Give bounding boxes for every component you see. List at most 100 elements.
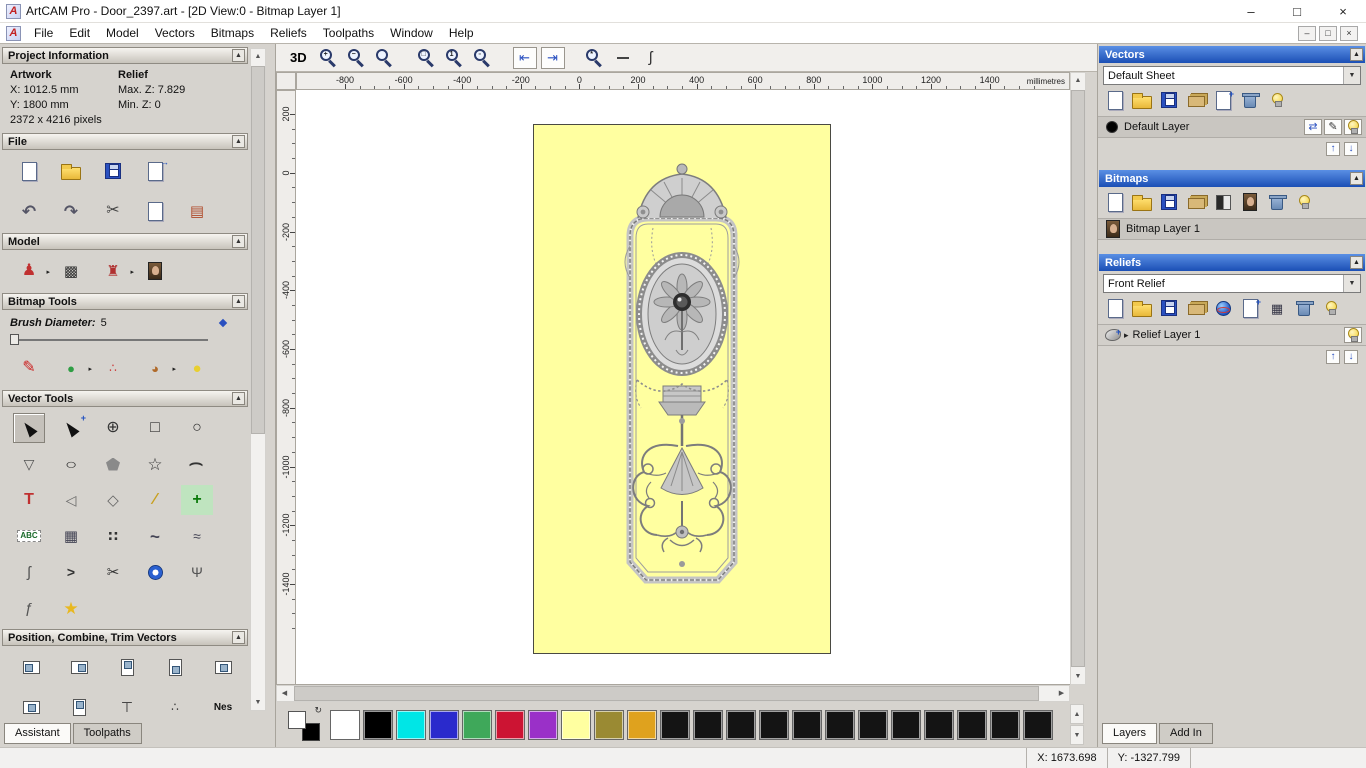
palette-swatch-16[interactable] xyxy=(858,709,888,740)
palette-swatch-17[interactable] xyxy=(891,709,921,740)
close-button[interactable]: × xyxy=(1320,0,1366,22)
trim-vectors-icon[interactable]: ✂ xyxy=(97,557,129,587)
centre-in-page-icon[interactable] xyxy=(16,693,46,720)
measure-icon[interactable]: ∕ xyxy=(139,485,171,515)
paint-selective-icon[interactable]: ∴ xyxy=(98,354,128,382)
save-bitmap-layer-icon[interactable] xyxy=(1157,191,1181,213)
open-relief-layer-icon[interactable] xyxy=(1130,297,1154,319)
new-bitmap-layer-icon[interactable] xyxy=(1103,191,1127,213)
palette-swatch-18[interactable] xyxy=(924,709,954,740)
palette-swatch-20[interactable] xyxy=(990,709,1020,740)
flood-fill-icon[interactable]: ● xyxy=(182,354,212,382)
view-3d-button[interactable]: 3D xyxy=(284,48,313,67)
expander-icon[interactable]: ▸ xyxy=(1124,330,1129,341)
new-model-icon[interactable] xyxy=(14,157,44,185)
redo-icon[interactable]: ↷ xyxy=(56,197,86,225)
fillet-arc-icon[interactable]: ʃ xyxy=(13,557,45,587)
relief-layer-visibility-icon[interactable] xyxy=(1344,327,1362,343)
node-editing-icon[interactable]: + xyxy=(55,413,87,443)
palette-swatch-19[interactable] xyxy=(957,709,987,740)
create-text-block-icon[interactable]: ABC xyxy=(13,521,45,551)
weld-vectors-icon[interactable] xyxy=(139,557,171,587)
create-text-icon[interactable]: T xyxy=(13,485,45,515)
palette-swatch-0[interactable] xyxy=(330,709,360,740)
chevron-down-icon[interactable]: ▼ xyxy=(1343,67,1360,84)
model-sheet[interactable] xyxy=(533,124,831,654)
align-left-icon[interactable] xyxy=(16,653,46,681)
create-polyline-icon[interactable]: ▽ xyxy=(13,449,45,479)
palette-swatch-8[interactable] xyxy=(594,709,624,740)
text-on-curve-icon[interactable]: ◁ xyxy=(55,485,87,515)
palette-swatch-7[interactable] xyxy=(561,709,591,740)
save-relief-layer-icon[interactable] xyxy=(1157,297,1181,319)
collapse-bitmap-tools-button[interactable]: ▲ xyxy=(232,295,245,308)
tab-add-in[interactable]: Add In xyxy=(1159,723,1213,744)
nesting-icon[interactable]: Nes xyxy=(208,693,238,720)
array-copy-icon[interactable]: ∷ xyxy=(97,521,129,551)
show-all-layers-icon[interactable] xyxy=(1265,89,1289,111)
menu-edit[interactable]: Edit xyxy=(61,24,98,42)
set-model-size-icon[interactable]: ♟ ▸ xyxy=(14,257,50,285)
palette-swatch-11[interactable] xyxy=(693,709,723,740)
snap-left-icon[interactable]: ⇤ xyxy=(512,46,537,69)
new-vector-layer-icon[interactable] xyxy=(1103,89,1127,111)
vector-doctor-icon[interactable]: ▦ xyxy=(55,521,87,551)
palette-swatch-3[interactable] xyxy=(429,709,459,740)
brush-diameter-slider[interactable] xyxy=(10,333,208,347)
section-profile-icon[interactable]: ƒ xyxy=(13,593,45,623)
relief-stamp-icon[interactable]: ♜ ▸ xyxy=(98,257,134,285)
maximize-button[interactable]: □ xyxy=(1274,0,1320,22)
zoom-100-icon[interactable]: 1 xyxy=(443,47,467,69)
menu-model[interactable]: Model xyxy=(98,24,147,42)
assistant-scrollbar[interactable]: ▲ ▼ xyxy=(250,48,266,711)
palette-swatch-6[interactable] xyxy=(528,709,558,740)
open-vector-layer-icon[interactable] xyxy=(1130,89,1154,111)
undo-icon[interactable]: ↶ xyxy=(14,197,44,225)
colour-picker-icon[interactable]: ● ▸ xyxy=(56,354,92,382)
bitmap-layer-thumb-icon[interactable] xyxy=(1104,220,1122,238)
menu-vectors[interactable]: Vectors xyxy=(147,24,203,42)
chevron-down-icon[interactable]: ▼ xyxy=(1343,275,1360,292)
distribute-icon[interactable]: ∴ xyxy=(160,693,190,720)
split-vector-icon[interactable]: Ψ xyxy=(181,557,213,587)
create-rectangle-icon[interactable]: □ xyxy=(139,413,171,443)
align-bottom-icon[interactable] xyxy=(160,653,190,681)
import-bitmap-icon[interactable] xyxy=(1184,191,1208,213)
scroll-down-button[interactable]: ▼ xyxy=(251,695,265,710)
collapse-vectors-button[interactable]: ▲ xyxy=(1350,48,1363,61)
new-relief-layer-icon[interactable] xyxy=(1103,297,1127,319)
vertical-scrollbar[interactable]: ▲ ▼ xyxy=(1070,72,1086,685)
scrollbar-thumb[interactable] xyxy=(294,686,1039,701)
relief-grid-icon[interactable]: ▦ xyxy=(1265,297,1289,319)
collapse-file-button[interactable]: ▲ xyxy=(232,135,245,148)
move-layer-down-button[interactable]: ↓ xyxy=(1344,350,1358,364)
export-model-icon[interactable]: → xyxy=(140,157,170,185)
swap-colours-icon[interactable]: ↻ xyxy=(314,705,322,716)
create-arc-icon[interactable]: ( xyxy=(181,449,213,479)
horizontal-scrollbar[interactable]: ◀ ▶ xyxy=(276,685,1070,702)
collapse-position-button[interactable]: ▲ xyxy=(232,631,245,644)
palette-swatch-12[interactable] xyxy=(726,709,756,740)
create-polygon-icon[interactable] xyxy=(97,449,129,479)
zoom-previous-icon[interactable] xyxy=(373,47,397,69)
align-centre-v-icon[interactable] xyxy=(64,693,94,720)
tab-toolpaths[interactable]: Toolpaths xyxy=(72,723,142,744)
move-to-layer-icon[interactable]: ⇄ xyxy=(1304,119,1322,135)
relief-layer-thumb-icon[interactable]: + xyxy=(1104,327,1122,343)
greyscale-toggle-icon[interactable] xyxy=(1211,191,1235,213)
palette-swatch-1[interactable] xyxy=(363,709,393,740)
minimize-button[interactable]: – xyxy=(1228,0,1274,22)
align-centre-icon[interactable] xyxy=(208,653,238,681)
layer-visibility-icon[interactable] xyxy=(1344,119,1362,135)
palette-scroll-down-button[interactable]: ▼ xyxy=(1070,725,1084,745)
palette-swatch-13[interactable] xyxy=(759,709,789,740)
vector-layer-row[interactable]: Default Layer ⇄ ✎ xyxy=(1098,116,1366,138)
menu-reliefs[interactable]: Reliefs xyxy=(262,24,315,42)
tab-assistant[interactable]: Assistant xyxy=(4,723,71,744)
new-sheet-icon[interactable]: + xyxy=(1211,89,1235,111)
palette-swatch-15[interactable] xyxy=(825,709,855,740)
save-vector-layers-icon[interactable] xyxy=(1157,89,1181,111)
scrollbar-thumb[interactable] xyxy=(1071,90,1085,667)
palette-swatch-2[interactable] xyxy=(396,709,426,740)
palette-swatch-9[interactable] xyxy=(627,709,657,740)
